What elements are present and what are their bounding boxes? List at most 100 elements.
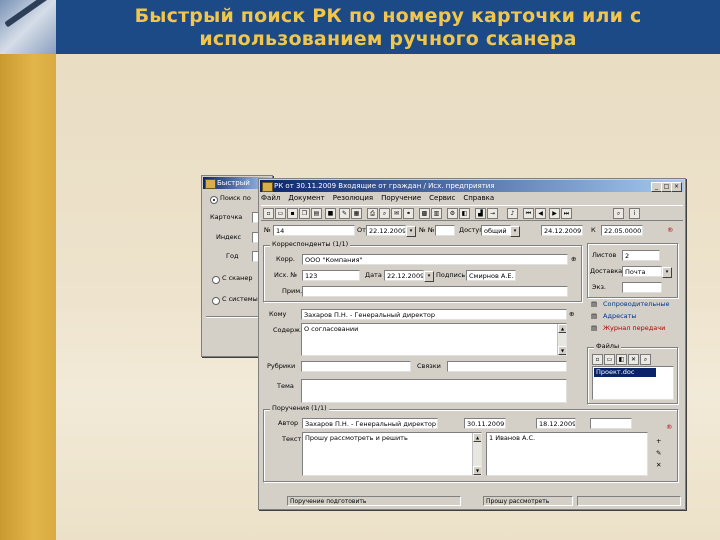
rubrics-label: Рубрики: [267, 362, 296, 370]
res-plan-date-input[interactable]: 18.12.2009: [536, 418, 576, 429]
last-icon[interactable]: ⏭: [561, 208, 572, 219]
theme-label: Тема: [277, 382, 294, 390]
res-text-scrollbar[interactable]: ▲ ▼: [472, 433, 481, 475]
menu-bar: Файл Документ Резолюция Поручение Сервис Спра…: [261, 193, 502, 204]
search-by-card-radio[interactable]: [210, 196, 218, 204]
access-dropdown-icon[interactable]: ▾: [510, 226, 520, 237]
files-list[interactable]: Проект.doc: [592, 366, 674, 400]
content-scrollbar[interactable]: ▲ ▼: [557, 324, 566, 355]
arrow-icon[interactable]: →: [487, 208, 498, 219]
settings-icon[interactable]: ⚙: [447, 208, 458, 219]
ref-date-picker[interactable]: ▾: [424, 271, 434, 282]
info-icon[interactable]: i: [629, 208, 640, 219]
new-icon[interactable]: ▫: [263, 208, 274, 219]
reg-date-picker[interactable]: ▾: [406, 226, 416, 237]
delivery-label: Доставка: [590, 267, 623, 275]
side-link-enclosures[interactable]: Сопроводительные: [603, 299, 670, 310]
status-bar: Поручение подготовить Прошу рассмотреть: [261, 496, 683, 507]
res-date-input[interactable]: 30.11.2009: [464, 418, 506, 429]
copy-icon[interactable]: ❐: [299, 208, 310, 219]
file-scan-icon[interactable]: ◧: [616, 354, 627, 365]
correspondent-input[interactable]: ООО "Компания": [302, 254, 568, 265]
bundles-input[interactable]: [447, 361, 567, 372]
sheets-input[interactable]: 2: [622, 250, 660, 261]
doc-icon[interactable]: ▦: [351, 208, 362, 219]
content-textarea[interactable]: О согласовании ▲ ▼: [301, 323, 567, 356]
first-icon[interactable]: ⏮: [523, 208, 534, 219]
outgoing-number-input[interactable]: [435, 225, 455, 236]
ref-date-input[interactable]: 22.12.2009: [384, 270, 424, 281]
reg-number-input[interactable]: 14: [273, 225, 355, 236]
paste-icon[interactable]: ▤: [311, 208, 322, 219]
control-flag-icon[interactable]: ®: [667, 225, 674, 236]
mail-icon[interactable]: ✉: [391, 208, 402, 219]
res-executors-list[interactable]: 1 Иванов А.С.: [486, 432, 648, 476]
file-view-icon[interactable]: ⌕: [640, 354, 651, 365]
res-executor-item[interactable]: 1 Иванов А.С.: [489, 434, 535, 442]
menu-item-resolution[interactable]: Резолюция: [333, 194, 373, 202]
menu-item-service[interactable]: Сервис: [429, 194, 455, 202]
delivery-select[interactable]: Почта: [622, 266, 662, 277]
menu-item-help[interactable]: Справка: [463, 194, 494, 202]
side-link-transfer-log[interactable]: Журнал передачи: [603, 323, 665, 334]
resolutions-group-title[interactable]: Поручения (1/1): [270, 404, 329, 413]
chart-icon[interactable]: ▟: [475, 208, 486, 219]
open-icon[interactable]: ▭: [275, 208, 286, 219]
res-control-input[interactable]: [590, 418, 632, 429]
reg-number-label: №: [264, 226, 271, 234]
res-author-input[interactable]: Захаров П.Н. - Генеральный директор: [302, 418, 438, 429]
files-group: Файлы ▫ ▭ ◧ ✕ ⌕ Проект.doc: [587, 342, 679, 405]
file-add-icon[interactable]: ▫: [592, 354, 603, 365]
file-delete-icon[interactable]: ✕: [628, 354, 639, 365]
link-icon[interactable]: ⚭: [403, 208, 414, 219]
delivery-dropdown-icon[interactable]: ▾: [662, 267, 672, 278]
search-icon[interactable]: ⌕: [613, 208, 624, 219]
access-select[interactable]: общий: [481, 225, 511, 236]
reg-date-input[interactable]: 22.12.2009: [366, 225, 406, 236]
correspondents-group-title[interactable]: Корреспонденты (1/1): [270, 240, 351, 249]
side-link-addressees[interactable]: Адресаты: [603, 311, 637, 322]
edit-icon[interactable]: ✎: [339, 208, 350, 219]
stop-icon[interactable]: ■: [325, 208, 336, 219]
file-open-icon[interactable]: ▭: [604, 354, 615, 365]
card-label: Карточка: [210, 213, 243, 221]
note-input[interactable]: [302, 286, 568, 297]
correspondent-browse-icon[interactable]: ⊕: [571, 254, 576, 265]
ref-number-input[interactable]: 123: [302, 270, 360, 281]
menu-item-assignment[interactable]: Поручение: [381, 194, 421, 202]
next-icon[interactable]: ▶: [549, 208, 560, 219]
scan-icon[interactable]: ◧: [459, 208, 470, 219]
grid-icon[interactable]: ▩: [419, 208, 430, 219]
signer-input[interactable]: Смирнов А.Е.: [466, 270, 516, 281]
system-radio[interactable]: [212, 297, 220, 305]
to-input[interactable]: Захаров П.Н. - Генеральный директор: [301, 309, 567, 320]
to-browse-icon[interactable]: ⊕: [569, 309, 574, 320]
table-icon[interactable]: ▥: [431, 208, 442, 219]
prev-icon[interactable]: ◀: [535, 208, 546, 219]
menu-item-file[interactable]: Файл: [261, 194, 280, 202]
registration-card-window: РК от 30.11.2009 Входящие от граждан / И…: [258, 178, 686, 510]
music-icon[interactable]: ♪: [507, 208, 518, 219]
addressees-icon: ▤: [591, 312, 598, 320]
res-text-area[interactable]: Прошу рассмотреть и решить ▲ ▼: [302, 432, 482, 476]
find-icon[interactable]: ⌕: [379, 208, 390, 219]
save-icon[interactable]: ▪: [287, 208, 298, 219]
card-window-titlebar: РК от 30.11.2009 Входящие от граждан / И…: [260, 180, 684, 192]
res-control-flag-icon[interactable]: ®: [666, 422, 673, 433]
correspondents-group: Корреспонденты (1/1) Корр. ООО "Компания…: [263, 240, 583, 303]
theme-textarea[interactable]: [301, 379, 567, 403]
print-icon[interactable]: ⎙: [367, 208, 378, 219]
executor-add-icon[interactable]: +: [656, 436, 661, 447]
executor-edit-icon[interactable]: ✎: [656, 448, 661, 459]
executor-remove-icon[interactable]: ✕: [656, 460, 661, 471]
file-list-item[interactable]: Проект.doc: [594, 368, 656, 377]
files-group-title[interactable]: Файлы: [594, 342, 622, 351]
scanner-radio[interactable]: [212, 276, 220, 284]
close-button[interactable]: ×: [671, 182, 682, 192]
copies-input[interactable]: [622, 282, 662, 293]
menu-item-document[interactable]: Документ: [288, 194, 324, 202]
scanner-label: С сканер: [222, 274, 253, 282]
plan-date-input[interactable]: 24.12.2009: [541, 225, 583, 236]
control-date-input[interactable]: 22.05.0000: [601, 225, 643, 236]
rubrics-input[interactable]: [301, 361, 411, 372]
